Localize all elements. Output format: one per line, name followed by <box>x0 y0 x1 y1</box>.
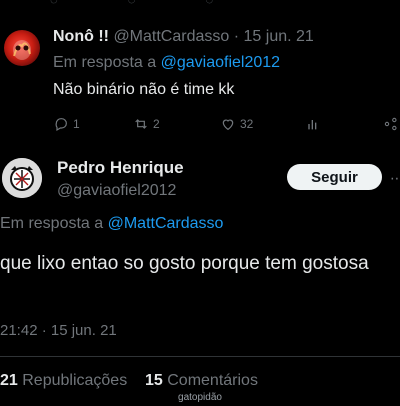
share-button[interactable] <box>383 116 399 132</box>
retweets-stat[interactable]: 21 Republicações <box>0 372 127 389</box>
more-icon[interactable]: ⋯ <box>390 170 400 187</box>
reply-header: Nonô !! @MattCardasso · 15 jun. 21 <box>53 28 314 46</box>
divider <box>0 356 400 357</box>
retweet-button[interactable]: 2 <box>133 116 160 132</box>
tweet-timestamp[interactable]: 21:42 · 15 jun. 21 <box>0 322 117 339</box>
retweet-icon <box>135 119 147 129</box>
replying-to-link[interactable]: @gaviaofiel2012 <box>161 54 280 71</box>
cutoff-retweet-stat: ◌ <box>128 0 136 7</box>
tweet-text: que lixo entao so gosto porque tem gosto… <box>0 253 369 274</box>
like-button[interactable]: 32 <box>220 116 253 132</box>
replying-to: Em resposta a @MattCardasso <box>0 215 223 233</box>
views-button[interactable] <box>305 116 321 132</box>
reply-count: 1 <box>73 117 80 131</box>
tweet-text: Não binário não é time kk <box>53 81 235 98</box>
separator: · <box>233 28 240 45</box>
replying-to-link[interactable]: @MattCardasso <box>108 215 224 232</box>
reply-tweet[interactable]: Nonô !! @MattCardasso · 15 jun. 21 Em re… <box>0 22 400 142</box>
follow-button[interactable]: Seguir <box>287 164 382 190</box>
tweet-date[interactable]: 15 jun. 21 <box>244 28 314 45</box>
cutoff-like-stat: ◌ <box>205 0 213 7</box>
watermark: gatopidão <box>178 392 222 403</box>
replying-prefix: Em resposta a <box>53 54 157 71</box>
comments-count: 15 <box>144 372 163 389</box>
avatar[interactable] <box>4 30 40 66</box>
tweet-stats: 21 Republicações 15 Comentários <box>0 372 258 390</box>
retweets-count: 21 <box>0 372 18 389</box>
user-handle[interactable]: @gaviaofiel2012 <box>57 182 176 200</box>
previous-tweet-actions-cutoff: ◌ ◌ ◌ <box>50 0 390 7</box>
display-name[interactable]: Nonô !! <box>53 28 109 45</box>
like-count: 32 <box>240 117 254 131</box>
reply-icon <box>55 118 67 132</box>
cutoff-reply-stat: ◌ <box>50 0 58 7</box>
tweet-actions: 1 2 32 <box>53 116 397 136</box>
avatar[interactable] <box>2 158 42 198</box>
comments-label: Comentários <box>167 372 258 389</box>
reply-button[interactable]: 1 <box>53 116 80 132</box>
heart-icon <box>222 119 234 131</box>
retweet-count: 2 <box>153 117 160 131</box>
replying-to: Em resposta a @gaviaofiel2012 <box>53 54 280 72</box>
replying-prefix: Em resposta a <box>0 215 104 232</box>
corinthians-crest-icon <box>2 158 42 198</box>
retweets-label: Republicações <box>22 372 128 389</box>
share-icon <box>384 117 397 131</box>
avatar-flame-icon <box>13 40 31 60</box>
comments-stat[interactable]: 15 Comentários <box>145 372 258 389</box>
views-icon <box>308 120 317 130</box>
display-name[interactable]: Pedro Henrique <box>57 158 184 178</box>
user-handle[interactable]: @MattCardasso <box>113 28 229 45</box>
